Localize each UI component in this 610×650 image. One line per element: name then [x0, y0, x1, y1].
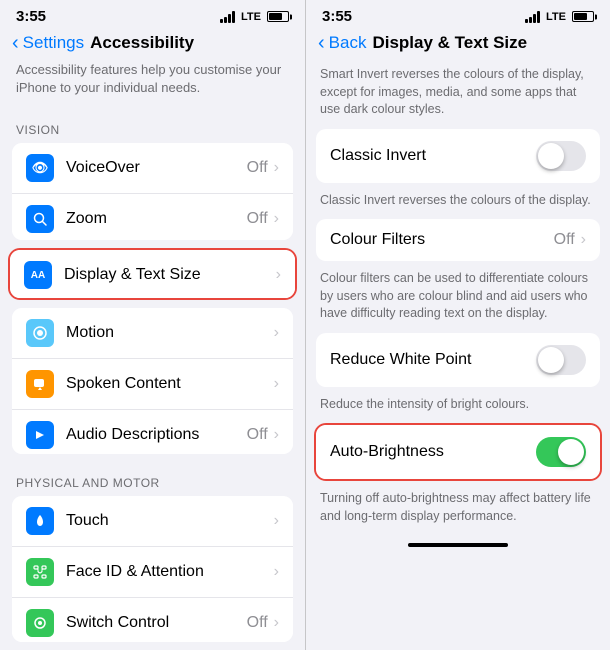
reduce-white-point-row[interactable]: Reduce White Point: [316, 333, 600, 387]
reduce-white-point-label: Reduce White Point: [330, 351, 536, 369]
reduce-white-point-toggle[interactable]: [536, 345, 586, 375]
audio-descriptions-label: Audio Descriptions: [66, 426, 247, 444]
audio-descriptions-icon: [26, 421, 54, 449]
display-group: AA Display & Text Size ›: [10, 250, 295, 300]
motion-icon: [26, 319, 54, 347]
back-button-right[interactable]: ‹ Back: [318, 33, 366, 53]
page-title-left: Accessibility: [90, 33, 194, 53]
face-id-icon: [26, 558, 54, 586]
back-chevron-icon: ‹: [12, 33, 19, 53]
switch-control-icon: [26, 609, 54, 637]
switch-control-item[interactable]: Switch Control Off ›: [12, 598, 293, 642]
colour-filters-row[interactable]: Colour Filters Off ›: [316, 219, 600, 261]
spoken-content-chevron: ›: [274, 375, 279, 393]
voiceover-label: VoiceOver: [66, 159, 247, 177]
switch-control-label: Switch Control: [66, 614, 247, 632]
classic-invert-label: Classic Invert: [330, 147, 536, 165]
display-text-size-label: Display & Text Size: [64, 266, 276, 284]
status-icons-right: LTE: [525, 11, 594, 23]
voiceover-icon: 👁: [26, 154, 54, 182]
switch-control-chevron: ›: [274, 614, 279, 632]
reduce-white-point-desc: Reduce the intensity of bright colours.: [306, 391, 610, 424]
touch-label: Touch: [66, 512, 274, 530]
nav-bar-right: ‹ Back Display & Text Size: [306, 29, 610, 61]
back-label-left: Settings: [23, 33, 84, 53]
classic-invert-group: Classic Invert: [316, 129, 600, 183]
auto-brightness-group: Auto-Brightness: [316, 425, 600, 479]
colour-filters-chevron: ›: [581, 231, 586, 249]
right-panel: 3:55 LTE ‹ Back Display & Text Size Smar…: [305, 0, 610, 650]
display-text-size-item[interactable]: AA Display & Text Size ›: [10, 250, 295, 300]
battery-icon-left: [267, 11, 289, 22]
lte-label-right: LTE: [546, 11, 566, 23]
status-icons-left: LTE: [220, 11, 289, 23]
reduce-white-point-group: Reduce White Point: [316, 333, 600, 387]
colour-filters-value: Off: [554, 231, 575, 249]
accessibility-description: Accessibility features help you customis…: [0, 61, 305, 109]
status-bar-right: 3:55 LTE: [306, 0, 610, 29]
touch-item[interactable]: Touch ›: [12, 496, 293, 547]
settings-back-button[interactable]: ‹ Settings: [12, 33, 84, 53]
auto-brightness-toggle[interactable]: [536, 437, 586, 467]
auto-brightness-desc: Turning off auto-brightness may affect b…: [306, 485, 610, 535]
classic-invert-desc: Classic Invert reverses the colours of t…: [306, 187, 610, 220]
time-right: 3:55: [322, 8, 352, 25]
audio-descriptions-chevron: ›: [274, 426, 279, 444]
signal-icon: [220, 11, 235, 23]
nav-bar-left: ‹ Settings Accessibility: [0, 29, 305, 61]
switch-control-value: Off: [247, 614, 268, 632]
colour-filters-label: Colour Filters: [330, 231, 554, 249]
zoom-chevron: ›: [274, 210, 279, 228]
face-id-attention-item[interactable]: Face ID & Attention ›: [12, 547, 293, 598]
motion-label: Motion: [66, 324, 274, 342]
touch-chevron: ›: [274, 512, 279, 530]
classic-invert-toggle[interactable]: [536, 141, 586, 171]
face-id-label: Face ID & Attention: [66, 563, 274, 581]
display-chevron: ›: [276, 266, 281, 284]
audio-descriptions-value: Off: [247, 426, 268, 444]
page-title-right: Display & Text Size: [372, 33, 527, 53]
zoom-label: Zoom: [66, 210, 247, 228]
zoom-icon: [26, 205, 54, 233]
lte-label-left: LTE: [241, 11, 261, 23]
zoom-item[interactable]: Zoom Off ›: [12, 194, 293, 240]
status-bar-left: 3:55 LTE: [0, 0, 305, 29]
home-indicator: [408, 543, 508, 547]
zoom-value: Off: [247, 210, 268, 228]
time-left: 3:55: [16, 8, 46, 25]
auto-brightness-label: Auto-Brightness: [330, 443, 536, 461]
colour-filters-desc: Colour filters can be used to differenti…: [306, 265, 610, 333]
motion-item[interactable]: Motion ›: [12, 308, 293, 359]
voiceover-value: Off: [247, 159, 268, 177]
back-label-right: Back: [329, 33, 367, 53]
auto-brightness-row[interactable]: Auto-Brightness: [316, 425, 600, 479]
classic-invert-row[interactable]: Classic Invert: [316, 129, 600, 183]
colour-filters-group: Colour Filters Off ›: [316, 219, 600, 261]
touch-icon: [26, 507, 54, 535]
physical-motor-section-header: PHYSICAL AND MOTOR: [0, 462, 305, 496]
spoken-content-label: Spoken Content: [66, 375, 274, 393]
display-text-size-highlight: AA Display & Text Size ›: [8, 248, 297, 300]
spoken-content-item[interactable]: Spoken Content ›: [12, 359, 293, 410]
auto-brightness-highlight: Auto-Brightness: [314, 423, 602, 481]
smart-invert-desc: Smart Invert reverses the colours of the…: [306, 61, 610, 129]
vision-group-2: Motion › Spoken Content › Audio Descript…: [12, 308, 293, 454]
vision-group-1: 👁 VoiceOver Off › Zoom Off ›: [12, 143, 293, 240]
audio-descriptions-item[interactable]: Audio Descriptions Off ›: [12, 410, 293, 454]
vision-section-header: VISION: [0, 109, 305, 143]
motion-chevron: ›: [274, 324, 279, 342]
face-id-chevron: ›: [274, 563, 279, 581]
voiceover-item[interactable]: 👁 VoiceOver Off ›: [12, 143, 293, 194]
physical-group: Touch › Face ID & Attention ›: [12, 496, 293, 642]
display-icon: AA: [24, 261, 52, 289]
spoken-content-icon: [26, 370, 54, 398]
left-panel: 3:55 LTE ‹ Settings Accessibility Access…: [0, 0, 305, 650]
back-chevron-icon-right: ‹: [318, 33, 325, 53]
battery-icon-right: [572, 11, 594, 22]
signal-icon-right: [525, 11, 540, 23]
voiceover-chevron: ›: [274, 159, 279, 177]
